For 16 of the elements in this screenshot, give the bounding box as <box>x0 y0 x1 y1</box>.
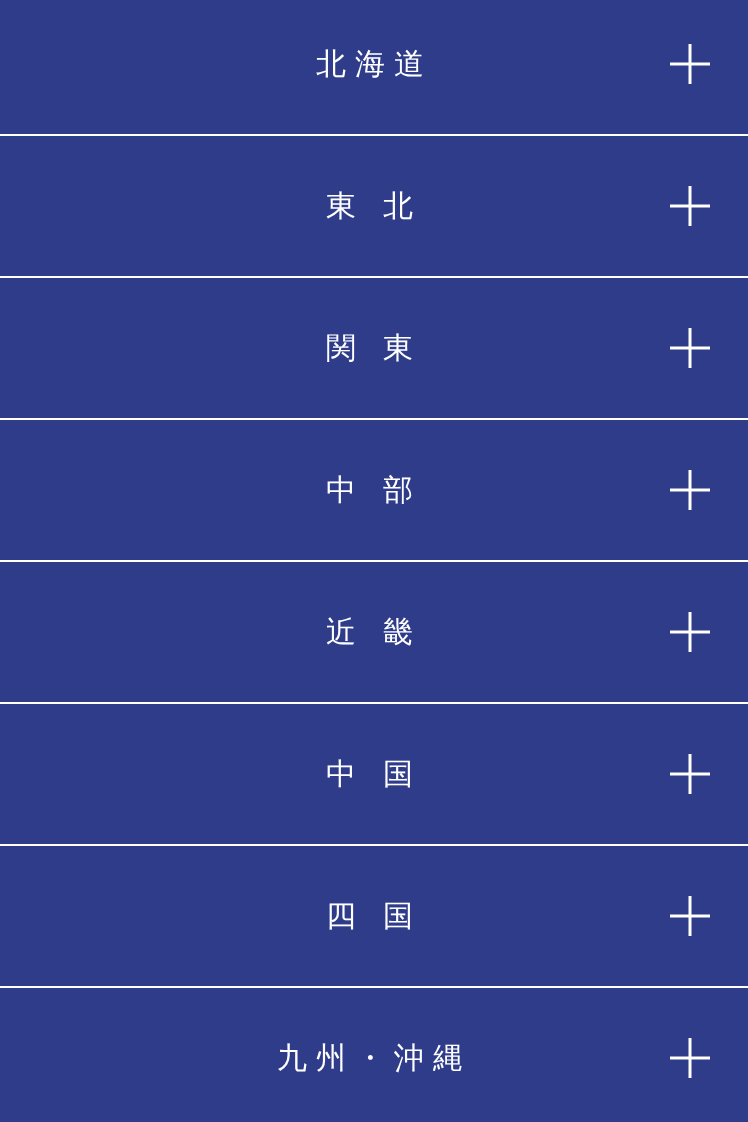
region-label: 四 国 <box>325 896 423 935</box>
plus-icon[interactable] <box>670 896 710 936</box>
plus-icon[interactable] <box>670 186 710 226</box>
plus-icon[interactable] <box>670 328 710 368</box>
region-label: 九州・沖縄 <box>276 1038 472 1077</box>
plus-icon[interactable] <box>670 44 710 84</box>
plus-icon[interactable] <box>670 1038 710 1078</box>
plus-icon[interactable] <box>670 470 710 510</box>
plus-icon[interactable] <box>670 754 710 794</box>
plus-icon[interactable] <box>670 612 710 652</box>
region-label: 北海道 <box>315 44 433 83</box>
region-label: 東 北 <box>325 186 423 225</box>
region-label: 中 国 <box>325 754 423 793</box>
region-label: 近 畿 <box>325 612 423 651</box>
region-label: 関 東 <box>325 328 423 367</box>
region-label: 中 部 <box>325 470 423 509</box>
